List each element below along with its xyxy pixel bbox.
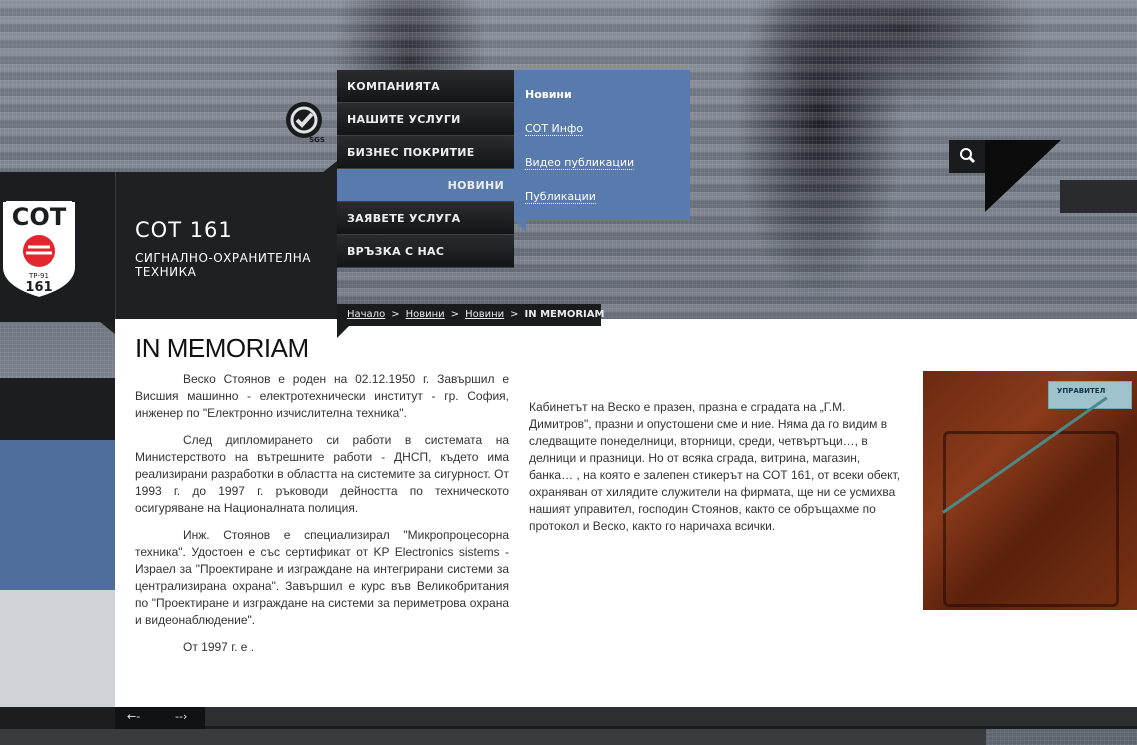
submenu-item-news[interactable]: Новини — [525, 88, 572, 101]
page-title: IN MEMORIAM — [135, 333, 309, 363]
search-icon — [960, 148, 976, 164]
breadcrumb-news-sub[interactable]: Новини — [465, 309, 504, 320]
svg-text:SGS: SGS — [309, 136, 325, 144]
photo-door-plate: УПРАВИТЕЛ — [1048, 381, 1132, 409]
left-panel-blue — [0, 440, 115, 590]
article-photo: УПРАВИТЕЛ — [923, 371, 1137, 610]
photo-plate-text: УПРАВИТЕЛ — [1057, 387, 1106, 395]
submenu-item-publications[interactable]: Публикации — [525, 190, 596, 204]
article-paragraph: Кабинетът на Веско е празен, празна е сг… — [529, 400, 901, 533]
nav-item-contact[interactable]: ВРЪЗКА С НАС — [337, 235, 514, 268]
brand-title: СОТ 161 — [135, 218, 233, 242]
breadcrumb-home[interactable]: Начало — [347, 309, 385, 320]
sgs-certification-badge: SGS — [284, 100, 328, 144]
photo-door-panel — [943, 431, 1119, 607]
brand-subtitle: СИГНАЛНО-ОХРАНИТЕЛНА ТЕХНИКА — [135, 251, 312, 279]
submenu-notch — [514, 220, 526, 232]
breadcrumb-news[interactable]: Новини — [406, 309, 445, 320]
bottom-strip — [0, 729, 986, 745]
sot-logo[interactable]: СОТ ТР-91 161 — [0, 195, 78, 300]
search-decoration — [985, 140, 1061, 212]
nav-item-company[interactable]: КОМПАНИЯТА — [337, 70, 514, 103]
nav-notch — [322, 161, 337, 173]
left-panel-grey — [0, 590, 115, 710]
svg-text:ТР-91: ТР-91 — [28, 272, 49, 280]
certification-check-icon: SGS — [286, 102, 325, 144]
shield-logo-icon: СОТ ТР-91 161 — [0, 200, 77, 300]
pager: ←- --› — [115, 707, 205, 729]
svg-text:161: 161 — [25, 280, 52, 295]
pager-prev-button[interactable]: ←- — [127, 710, 140, 723]
article-paragraph: След дипломирането си работи в системата… — [135, 433, 509, 515]
pager-next-button[interactable]: --› — [175, 710, 187, 723]
submenu-item-video[interactable]: Видео публикации — [525, 156, 635, 170]
nav-item-business-coverage[interactable]: БИЗНЕС ПОКРИТИЕ — [337, 136, 514, 169]
breadcrumb-separator: > — [450, 309, 460, 320]
breadcrumb-notch — [337, 326, 349, 338]
nav-item-services[interactable]: НАШИТЕ УСЛУГИ — [337, 103, 514, 136]
breadcrumb-current: IN MEMORIAM — [524, 309, 605, 320]
svg-text:СОТ: СОТ — [12, 203, 67, 231]
search-button[interactable] — [949, 140, 985, 173]
title-notch — [100, 322, 115, 334]
article-column-left: Веско Стоянов е роден на 02.12.1950 г. З… — [135, 371, 509, 666]
bottom-bar-right — [205, 707, 1137, 726]
nav-item-request-service[interactable]: ЗАЯВЕТЕ УСЛУГА — [337, 202, 514, 235]
main-nav: КОМПАНИЯТА НАШИТЕ УСЛУГИ БИЗНЕС ПОКРИТИЕ… — [337, 70, 514, 268]
article-paragraph: Веско Стоянов е роден на 02.12.1950 г. З… — [135, 372, 509, 420]
submenu-item-sot-info[interactable]: СОТ Инфо — [525, 122, 584, 136]
left-panel-dark — [0, 378, 115, 440]
article-column-right: Кабинетът на Веско е празен, празна е сг… — [529, 399, 901, 535]
breadcrumb: Начало > Новини > Новини > IN MEMORIAM — [337, 304, 604, 326]
nav-item-news[interactable]: НОВИНИ — [337, 169, 514, 202]
breadcrumb-separator: > — [391, 309, 400, 320]
article-paragraph: Инж. Стоянов е специализирал "Микропроце… — [135, 528, 509, 627]
search-strip — [1060, 180, 1137, 213]
brand-title-box — [115, 172, 337, 322]
article-paragraph: От 1997 г. е . — [183, 640, 255, 654]
news-submenu: Новини СОТ Инфо Видео публикации Публика… — [514, 70, 690, 220]
breadcrumb-separator: > — [510, 309, 519, 320]
